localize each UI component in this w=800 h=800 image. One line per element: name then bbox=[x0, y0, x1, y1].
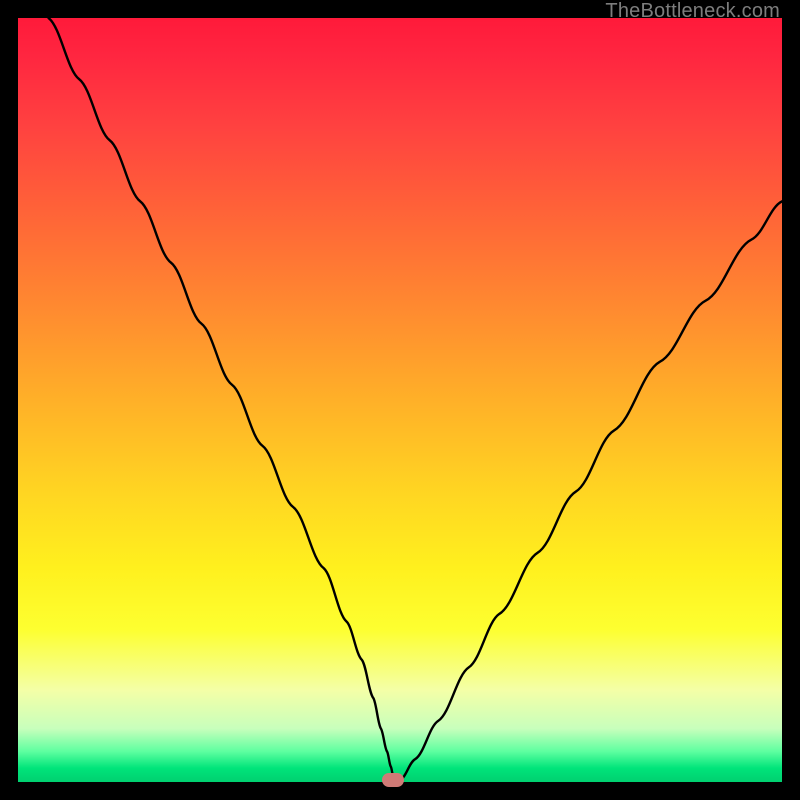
chart-frame: TheBottleneck.com bbox=[0, 0, 800, 800]
optimum-marker bbox=[382, 773, 404, 787]
bottleneck-curve bbox=[49, 18, 782, 780]
plot-area bbox=[18, 18, 782, 782]
watermark-text: TheBottleneck.com bbox=[605, 0, 780, 23]
curve-svg bbox=[18, 18, 782, 782]
